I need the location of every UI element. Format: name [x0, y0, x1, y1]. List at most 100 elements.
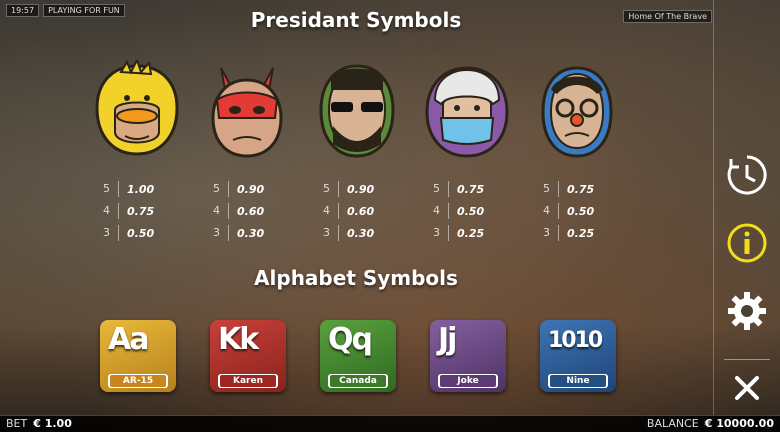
payout-row: 4 0.60 — [204, 200, 294, 222]
tile-tag-label: Canada — [330, 375, 386, 387]
tile-tag: Nine — [548, 374, 608, 388]
payout-count: 5 — [424, 181, 449, 197]
payout-count: 3 — [424, 225, 449, 241]
payout-value: 0.90 — [347, 182, 375, 196]
tile-tag-label: Joke — [440, 375, 496, 387]
payout-value: 0.50 — [457, 204, 485, 218]
bottom-status-bar: BET € 1.00 BALANCE € 10000.00 — [0, 415, 780, 432]
washington-face-mask-icon — [425, 66, 509, 158]
payout-count: 3 — [314, 225, 339, 241]
payout-row: 4 0.60 — [314, 200, 404, 222]
payout-value: 0.25 — [567, 226, 595, 240]
president-symbol-4: 5 0.75 4 0.50 3 0.25 — [412, 60, 522, 265]
tile-letters: Jj — [438, 322, 458, 357]
payout-row: 3 0.30 — [314, 222, 404, 244]
tile-tag-label: Karen — [220, 375, 276, 387]
payout-table: 5 0.75 4 0.50 3 0.25 — [424, 178, 514, 244]
president-symbol-2: 5 0.90 4 0.60 3 0.30 — [192, 60, 302, 265]
alphabet-tile: 1010 Nine — [540, 320, 616, 392]
payout-value: 0.30 — [237, 226, 265, 240]
bet-display: BET € 1.00 — [6, 417, 72, 430]
info-button[interactable] — [714, 218, 780, 268]
payout-row: 3 0.25 — [424, 222, 514, 244]
payout-value: 0.30 — [347, 226, 375, 240]
tile-tag-label: AR-15 — [110, 375, 166, 387]
payout-value: 0.90 — [237, 182, 265, 196]
lincoln-sunglasses-face-icon — [319, 64, 395, 158]
payout-row: 5 0.90 — [314, 178, 404, 200]
payout-count: 5 — [534, 181, 559, 197]
tile-tag: Karen — [218, 374, 278, 388]
alphabet-tile: Aa AR-15 — [100, 320, 176, 392]
payout-table: 5 1.00 4 0.75 3 0.50 — [94, 178, 184, 244]
bet-label: BET — [6, 417, 28, 430]
payout-count: 4 — [204, 203, 229, 219]
balance-value: € 10000.00 — [704, 417, 774, 430]
alphabet-tile: Qq Canada — [320, 320, 396, 392]
payout-value: 0.60 — [237, 204, 265, 218]
alphabet-tile: Kk Karen — [210, 320, 286, 392]
tile-tag: AR-15 — [108, 374, 168, 388]
payout-table: 5 0.90 4 0.60 3 0.30 — [314, 178, 404, 244]
tile-letters: 1010 — [548, 328, 603, 353]
close-button[interactable] — [714, 366, 780, 410]
payout-row: 3 0.25 — [534, 222, 624, 244]
payout-value: 0.75 — [567, 182, 595, 196]
payout-value: 0.60 — [347, 204, 375, 218]
clock-history-icon — [727, 155, 767, 195]
gear-icon — [728, 292, 766, 330]
alphabet-tile: Jj Joke — [430, 320, 506, 392]
tile-letters: Qq — [328, 322, 373, 357]
payout-value: 0.50 — [567, 204, 595, 218]
payout-count: 5 — [94, 181, 119, 197]
side-menu — [713, 0, 780, 416]
balance-display: BALANCE € 10000.00 — [647, 417, 774, 430]
payout-row: 5 1.00 — [94, 178, 184, 200]
payout-count: 5 — [314, 181, 339, 197]
payout-table: 5 0.75 4 0.50 3 0.25 — [534, 178, 624, 244]
president-symbol-5: 5 0.75 4 0.50 3 0.25 — [522, 60, 632, 265]
alphabet-symbol-a: Aa AR-15 — [100, 320, 176, 392]
payout-count: 5 — [204, 181, 229, 197]
payout-count: 3 — [204, 225, 229, 241]
payout-count: 3 — [94, 225, 119, 241]
president-symbol-3: 5 0.90 4 0.60 3 0.30 — [302, 60, 412, 265]
payout-value: 1.00 — [127, 182, 155, 196]
payout-row: 5 0.90 — [204, 178, 294, 200]
side-divider — [724, 359, 770, 360]
alphabet-symbol-10: 1010 Nine — [540, 320, 616, 392]
payout-value: 0.50 — [127, 226, 155, 240]
info-icon — [727, 223, 767, 263]
payout-row: 3 0.30 — [204, 222, 294, 244]
payout-count: 4 — [314, 203, 339, 219]
payout-row: 4 0.50 — [424, 200, 514, 222]
payout-table: 5 0.90 4 0.60 3 0.30 — [204, 178, 294, 244]
payout-row: 5 0.75 — [534, 178, 624, 200]
duck-mask-face-icon — [95, 60, 179, 156]
history-button[interactable] — [714, 150, 780, 200]
bunny-mask-face-icon — [211, 67, 283, 158]
alphabet-symbol-k: Kk Karen — [210, 320, 286, 392]
settings-button[interactable] — [714, 286, 780, 336]
tile-tag-label: Nine — [550, 375, 606, 387]
balance-label: BALANCE — [646, 417, 699, 430]
payout-value: 0.25 — [457, 226, 485, 240]
payout-count: 3 — [534, 225, 559, 241]
payout-row: 3 0.50 — [94, 222, 184, 244]
tile-tag: Joke — [438, 374, 498, 388]
payout-value: 0.75 — [127, 204, 155, 218]
alphabet-title: Alphabet Symbols — [254, 266, 458, 290]
alphabet-symbol-q: Qq Canada — [320, 320, 396, 392]
payout-row: 4 0.50 — [534, 200, 624, 222]
payout-count: 4 — [424, 203, 449, 219]
payout-row: 4 0.75 — [94, 200, 184, 222]
payout-count: 4 — [94, 203, 119, 219]
payout-count: 4 — [534, 203, 559, 219]
nixon-glasses-face-icon — [541, 66, 613, 158]
close-icon — [735, 376, 759, 400]
presidents-title: Presidant Symbols — [250, 8, 462, 32]
president-symbol-1: 5 1.00 4 0.75 3 0.50 — [82, 60, 192, 265]
tile-letters: Kk — [218, 322, 259, 357]
tile-tag: Canada — [328, 374, 388, 388]
bet-value: € 1.00 — [33, 417, 72, 430]
